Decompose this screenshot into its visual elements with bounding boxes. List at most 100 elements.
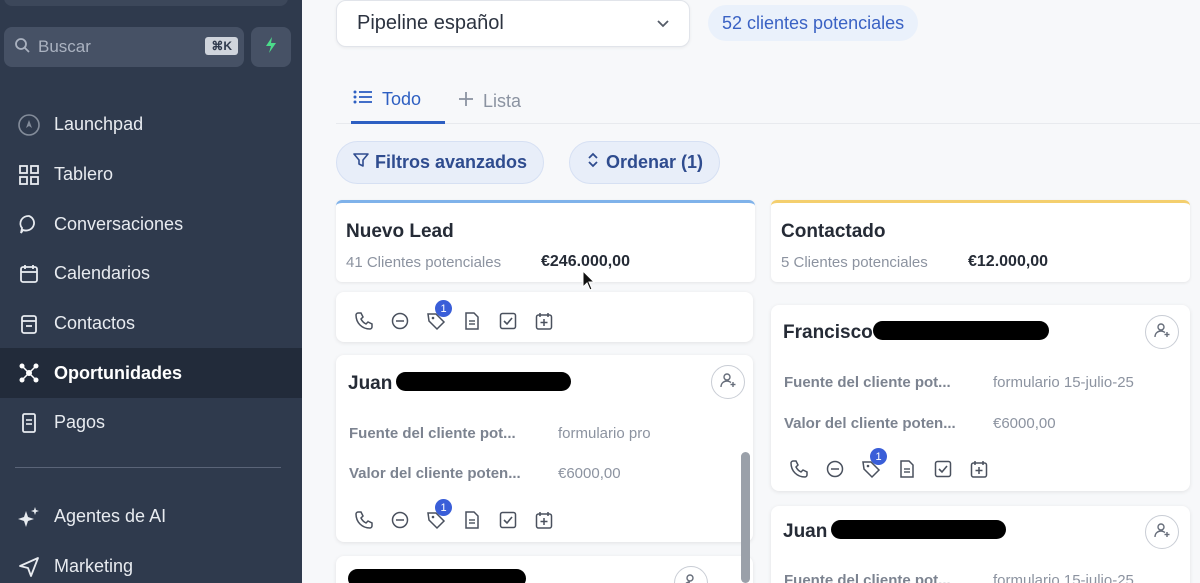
- opportunity-card[interactable]: Juan Fuente del cliente pot... formulari…: [336, 355, 753, 542]
- send-icon: [16, 554, 42, 580]
- assign-user-button[interactable]: [674, 566, 708, 583]
- opportunity-card[interactable]: Francisco Fuente del cliente pot... form…: [771, 305, 1190, 491]
- payments-icon: [16, 410, 42, 436]
- assign-user-button[interactable]: [1145, 515, 1179, 549]
- sidebar-item-tablero[interactable]: Tablero: [0, 150, 302, 200]
- opportunity-card[interactable]: Juan Fuente del cliente pot... formulari…: [771, 506, 1190, 583]
- column-scrollbar[interactable]: [741, 452, 750, 583]
- lead-source-label: Fuente del cliente pot...: [784, 572, 951, 583]
- sidebar-item-label: Marketing: [54, 556, 134, 577]
- sidebar-item-calendarios[interactable]: Calendarios: [0, 249, 302, 299]
- column-title: Contactado: [781, 221, 886, 242]
- tab-add-list[interactable]: Lista: [458, 78, 521, 124]
- column-amount: €246.000,00: [541, 253, 630, 270]
- tag-count-badge: 1: [870, 448, 887, 465]
- sidebar-item-agentes-ai[interactable]: Agentes de AI: [0, 492, 302, 542]
- advanced-filters-button[interactable]: Filtros avanzados: [336, 141, 545, 184]
- message-icon[interactable]: [382, 507, 418, 533]
- lead-source-value: formulario pro: [558, 425, 651, 442]
- card-actions: 1: [346, 499, 562, 533]
- card-contact-name: Francisco: [783, 322, 873, 343]
- chat-icon: [16, 211, 42, 237]
- rocket-icon: [16, 112, 42, 138]
- phone-icon[interactable]: [781, 456, 817, 482]
- phone-icon[interactable]: [346, 308, 382, 334]
- column-title: Nuevo Lead: [346, 221, 454, 242]
- lead-value-value: €6000,00: [993, 415, 1056, 432]
- opportunity-card-partial[interactable]: 1: [336, 292, 753, 342]
- contacts-icon: [16, 311, 42, 337]
- appointment-icon[interactable]: [526, 308, 562, 334]
- sidebar-item-label: Contactos: [54, 313, 136, 334]
- view-tabs: Todo Lista: [336, 78, 1200, 124]
- tag-icon[interactable]: 1: [418, 499, 454, 533]
- add-user-icon: [683, 573, 699, 583]
- message-icon[interactable]: [817, 456, 853, 482]
- lead-value-label: Valor del cliente poten...: [784, 415, 956, 432]
- sidebar-item-marketing[interactable]: Marketing: [0, 542, 302, 583]
- lead-source-label: Fuente del cliente pot...: [784, 374, 951, 391]
- plus-icon: [458, 91, 483, 112]
- sort-icon: [586, 152, 606, 173]
- add-user-icon: [720, 372, 736, 393]
- task-check-icon[interactable]: [490, 308, 526, 334]
- column-header-nuevo-lead: Nuevo Lead 41 Clientes potenciales €246.…: [336, 200, 755, 282]
- tab-label: Lista: [483, 90, 522, 111]
- lead-value-label: Valor del cliente poten...: [349, 465, 521, 482]
- appointment-icon[interactable]: [961, 456, 997, 482]
- tag-icon[interactable]: 1: [418, 300, 454, 334]
- tag-count-badge: 1: [435, 499, 452, 516]
- tab-todo[interactable]: Todo: [351, 78, 445, 124]
- sidebar-item-pagos[interactable]: Pagos: [0, 398, 302, 448]
- add-user-icon: [1154, 322, 1170, 343]
- card-contact-name: Juan: [783, 521, 828, 542]
- note-icon[interactable]: [454, 507, 490, 533]
- list-icon: [353, 89, 382, 110]
- pipeline-select[interactable]: Pipeline español: [336, 0, 690, 47]
- lead-source-value: formulario 15-julio-25: [993, 374, 1134, 391]
- sidebar-top-box[interactable]: [4, 0, 288, 6]
- card-actions: 1: [346, 300, 562, 334]
- sidebar-item-label: Calendarios: [54, 263, 151, 284]
- opportunities-icon: [16, 360, 42, 386]
- redacted-block: [873, 321, 1049, 340]
- sidebar-item-conversaciones[interactable]: Conversaciones: [0, 199, 302, 249]
- calendar-icon: [16, 261, 42, 287]
- appointment-icon[interactable]: [526, 507, 562, 533]
- search-placeholder: Buscar: [38, 37, 91, 56]
- sidebar-item-launchpad[interactable]: Launchpad: [0, 100, 302, 150]
- redacted-block: [831, 520, 1006, 539]
- task-check-icon[interactable]: [490, 507, 526, 533]
- message-icon[interactable]: [382, 308, 418, 334]
- sidebar: Buscar ⌘K Launchpad Tablero Conversacion…: [0, 0, 302, 583]
- task-check-icon[interactable]: [925, 456, 961, 482]
- lead-source-value: formulario 15-julio-25: [993, 572, 1134, 583]
- phone-icon[interactable]: [346, 507, 382, 533]
- card-actions: 1: [781, 448, 997, 482]
- sidebar-item-label: Launchpad: [54, 114, 144, 135]
- note-icon[interactable]: [889, 456, 925, 482]
- sidebar-item-label: Conversaciones: [54, 213, 184, 234]
- search-icon: [14, 37, 30, 58]
- column-header-contactado: Contactado 5 Clientes potenciales €12.00…: [771, 200, 1190, 282]
- tag-icon[interactable]: 1: [853, 448, 889, 482]
- sidebar-item-contactos[interactable]: Contactos: [0, 299, 302, 349]
- redacted-block: [396, 372, 571, 391]
- search-input[interactable]: Buscar ⌘K: [4, 27, 244, 67]
- sparkle-icon: [16, 504, 42, 530]
- column-count: 41 Clientes potenciales: [346, 254, 502, 271]
- card-contact-name: Juan: [348, 373, 393, 394]
- advanced-filters-label: Filtros avanzados: [375, 152, 528, 172]
- redacted-block: [348, 569, 526, 583]
- note-icon[interactable]: [454, 308, 490, 334]
- assign-user-button[interactable]: [711, 365, 745, 399]
- quick-action-button[interactable]: [251, 27, 291, 67]
- sidebar-item-oportunidades[interactable]: Oportunidades: [0, 348, 302, 399]
- sidebar-item-label: Tablero: [54, 164, 114, 185]
- assign-user-button[interactable]: [1145, 315, 1179, 349]
- dashboard-icon: [16, 162, 42, 188]
- opportunity-card[interactable]: [336, 556, 753, 583]
- lightning-icon: [263, 36, 279, 59]
- lead-source-label: Fuente del cliente pot...: [349, 425, 516, 442]
- sort-button[interactable]: Ordenar (1): [569, 141, 721, 184]
